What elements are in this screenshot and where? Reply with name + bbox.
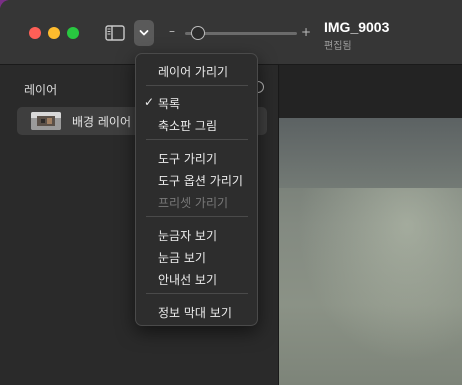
view-options-menu: 레이어 가리기 ✓ 목록 축소판 그림 도구 가리기 도구 옵션 가리기 프리셋… <box>135 53 258 326</box>
menu-item-show-info-bar[interactable]: 정보 막대 보기 <box>158 304 232 321</box>
sidebar-toggle-button[interactable] <box>104 23 126 43</box>
document-status: 편집됨 <box>324 41 352 52</box>
menu-item-show-grid[interactable]: 눈금 보기 <box>158 249 206 266</box>
menu-item-hide-tool-options[interactable]: 도구 옵션 가리기 <box>158 172 243 189</box>
menu-separator <box>146 293 248 294</box>
menu-item-thumbnails[interactable]: 축소판 그림 <box>158 117 217 134</box>
zoom-in-label: + <box>301 25 312 39</box>
sidebar-icon <box>105 25 125 41</box>
minimize-window-button[interactable] <box>48 27 60 39</box>
app-window: – + IMG_9003 편집됨 레이어 배경 레이어 레이어 가리기 ✓ 목록… <box>0 0 462 385</box>
menu-separator <box>146 216 248 217</box>
menu-item-show-rulers[interactable]: 눈금자 보기 <box>158 227 217 244</box>
menu-item-hide-layers[interactable]: 레이어 가리기 <box>158 63 228 80</box>
menu-separator <box>146 139 248 140</box>
menu-item-show-guides[interactable]: 안내선 보기 <box>158 271 217 288</box>
close-window-button[interactable] <box>29 27 41 39</box>
layer-label: 배경 레이어 <box>72 115 132 129</box>
menu-item-hide-tools[interactable]: 도구 가리기 <box>158 150 217 167</box>
sidebar-title: 레이어 <box>24 83 58 97</box>
layer-thumbnail <box>31 112 61 130</box>
image-canvas-top <box>279 118 462 188</box>
zoom-window-button[interactable] <box>67 27 79 39</box>
chevron-down-icon <box>139 30 149 36</box>
sidebar-options-menu-button[interactable] <box>134 20 154 46</box>
document-title: IMG_9003 <box>324 19 390 35</box>
zoom-out-label: – <box>169 24 175 38</box>
menu-item-list[interactable]: 목록 <box>158 95 180 112</box>
menu-separator <box>146 85 248 86</box>
checkmark-icon: ✓ <box>144 95 155 109</box>
menu-item-hide-presets: 프리셋 가리기 <box>158 196 229 210</box>
zoom-slider-thumb[interactable] <box>191 26 206 40</box>
